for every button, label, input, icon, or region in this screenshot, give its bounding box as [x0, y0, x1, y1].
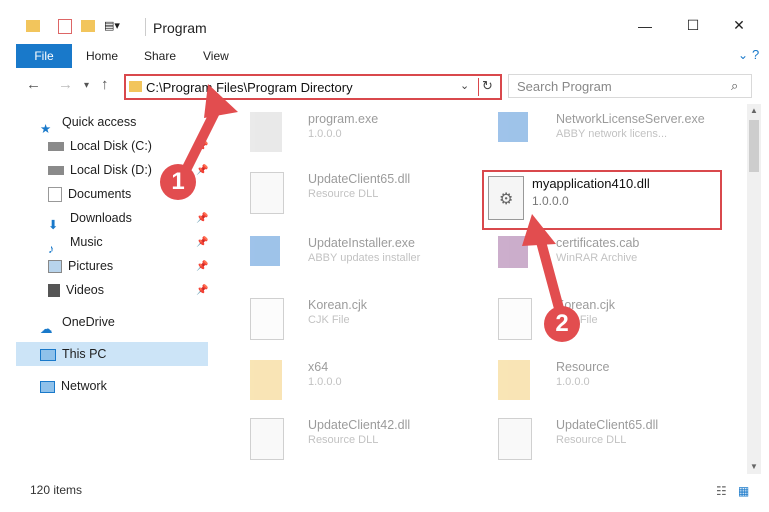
arrow-1-head: [204, 84, 238, 118]
step-badge-2: 2: [544, 306, 580, 342]
step-badge-1: 1: [160, 164, 196, 200]
arrow-2-head: [522, 214, 556, 246]
arrow-2-shaft: [535, 233, 565, 317]
annotation-arrows: [181, 84, 565, 317]
